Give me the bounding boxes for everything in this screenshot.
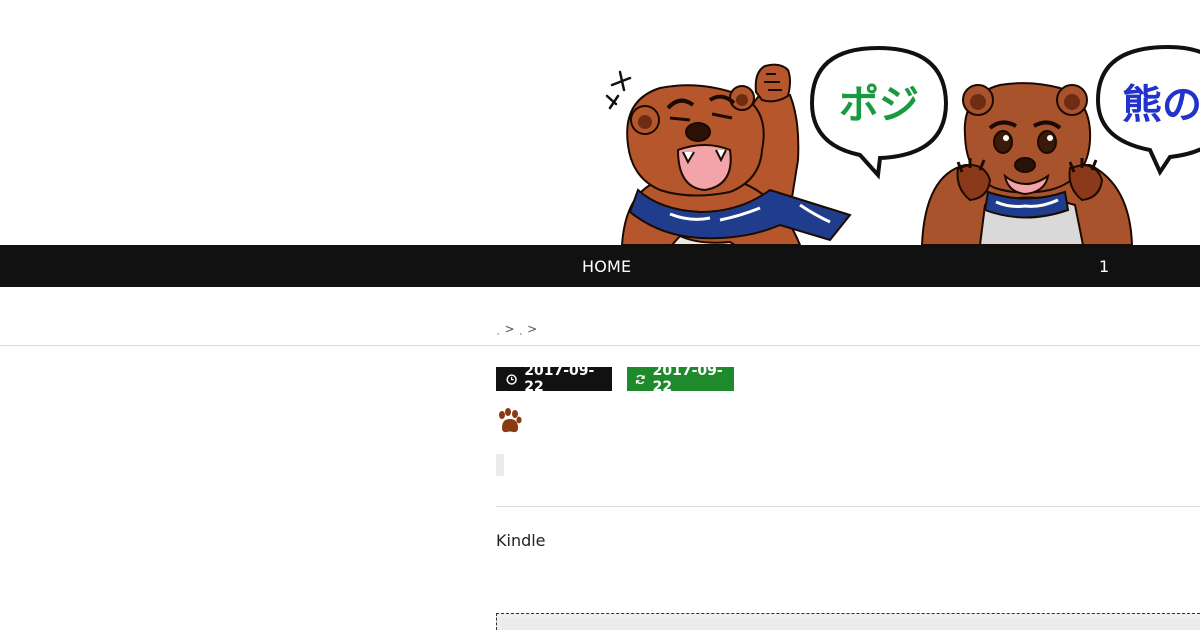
breadcrumb-separator: >	[504, 322, 515, 336]
post-tag-placeholder	[496, 454, 504, 476]
breadcrumb-separator: >	[527, 322, 538, 336]
global-nav: HOME 1	[0, 245, 1200, 287]
content-box-inner	[501, 618, 1200, 630]
published-date: 2017-09-22	[524, 363, 595, 395]
speech-bubble-1-text: ポジ	[839, 82, 919, 128]
post-body-text: Kindle	[496, 531, 546, 550]
updated-date-badge: 2017-09-22	[627, 363, 734, 395]
nav-home-link[interactable]: HOME	[582, 257, 631, 276]
breadcrumb-divider	[0, 345, 1200, 346]
updated-date: 2017-09-22	[652, 363, 723, 395]
clock-icon	[506, 373, 517, 385]
breadcrumb-home-link[interactable]: ˛	[496, 326, 501, 336]
breadcrumb-category-link[interactable]: ˛	[519, 326, 524, 336]
header-banner[interactable]: ポジ 熊の	[0, 0, 1200, 245]
refresh-icon	[635, 374, 645, 384]
nav-item-1[interactable]: 1	[1099, 257, 1109, 276]
paw-icon	[499, 408, 522, 433]
header-illustration: ポジ 熊の	[605, 44, 1200, 245]
speech-bubble-2-text: 熊の	[1122, 82, 1200, 128]
content-box	[496, 613, 1200, 630]
breadcrumb: ˛ > ˛ >	[496, 322, 537, 336]
sparkle-icon	[605, 70, 632, 110]
published-date-badge: 2017-09-22	[496, 363, 612, 395]
content-divider	[496, 506, 1200, 507]
